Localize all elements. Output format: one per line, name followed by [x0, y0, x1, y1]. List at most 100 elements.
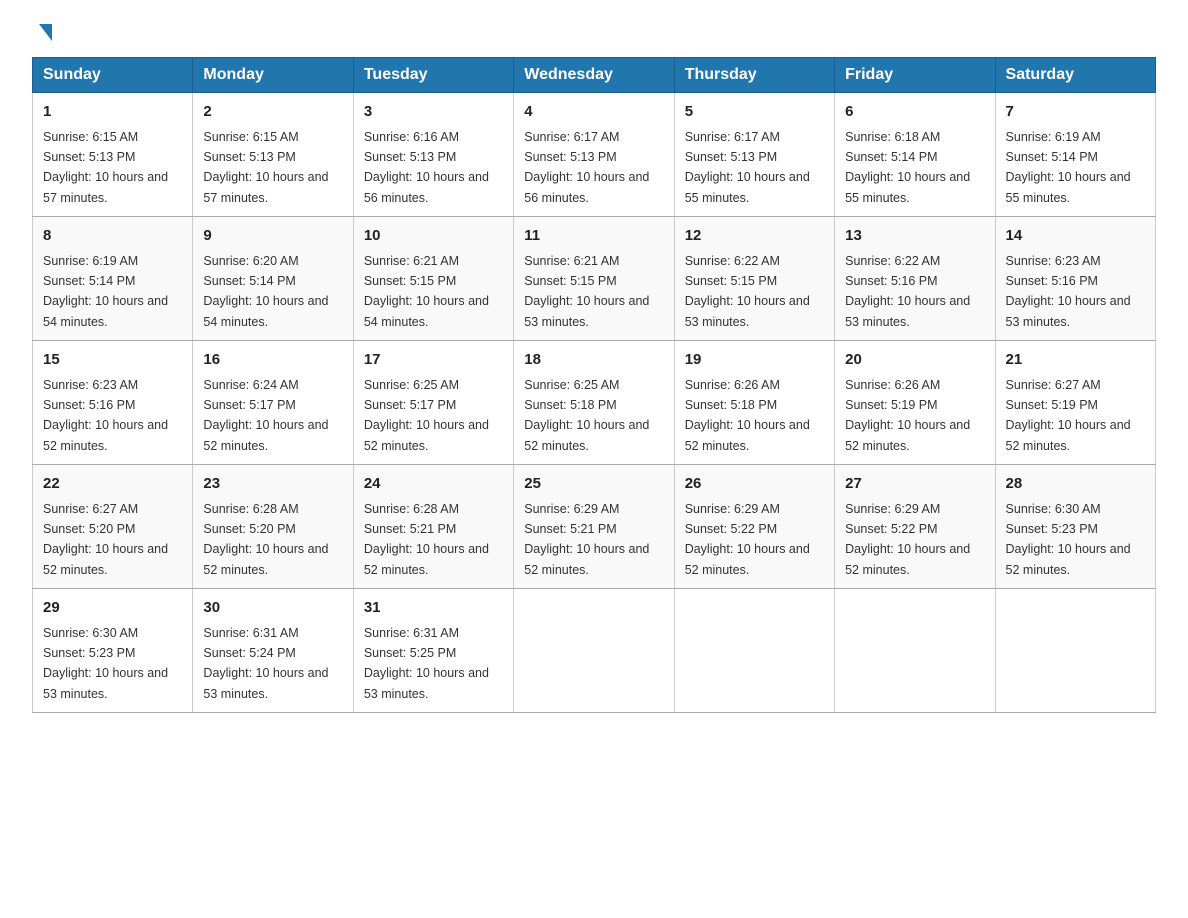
day-number: 3: [364, 101, 503, 124]
calendar-week-2: 8 Sunrise: 6:19 AMSunset: 5:14 PMDayligh…: [33, 217, 1156, 341]
day-info: Sunrise: 6:17 AMSunset: 5:13 PMDaylight:…: [524, 130, 649, 205]
day-info: Sunrise: 6:19 AMSunset: 5:14 PMDaylight:…: [1006, 130, 1131, 205]
day-number: 28: [1006, 473, 1145, 496]
calendar-cell: 12 Sunrise: 6:22 AMSunset: 5:15 PMDaylig…: [674, 217, 834, 341]
day-info: Sunrise: 6:30 AMSunset: 5:23 PMDaylight:…: [43, 626, 168, 701]
calendar-cell: [514, 589, 674, 713]
day-info: Sunrise: 6:16 AMSunset: 5:13 PMDaylight:…: [364, 130, 489, 205]
calendar-cell: 10 Sunrise: 6:21 AMSunset: 5:15 PMDaylig…: [353, 217, 513, 341]
day-number: 31: [364, 597, 503, 620]
calendar-cell: 16 Sunrise: 6:24 AMSunset: 5:17 PMDaylig…: [193, 341, 353, 465]
weekday-header-row: SundayMondayTuesdayWednesdayThursdayFrid…: [33, 58, 1156, 93]
calendar-cell: 8 Sunrise: 6:19 AMSunset: 5:14 PMDayligh…: [33, 217, 193, 341]
calendar-cell: 11 Sunrise: 6:21 AMSunset: 5:15 PMDaylig…: [514, 217, 674, 341]
day-number: 16: [203, 349, 342, 372]
calendar-week-4: 22 Sunrise: 6:27 AMSunset: 5:20 PMDaylig…: [33, 465, 1156, 589]
day-info: Sunrise: 6:15 AMSunset: 5:13 PMDaylight:…: [43, 130, 168, 205]
day-info: Sunrise: 6:30 AMSunset: 5:23 PMDaylight:…: [1006, 502, 1131, 577]
day-number: 29: [43, 597, 182, 620]
day-number: 13: [845, 225, 984, 248]
day-number: 15: [43, 349, 182, 372]
logo-arrow-shape: [39, 24, 52, 41]
calendar-cell: [674, 589, 834, 713]
calendar-cell: 26 Sunrise: 6:29 AMSunset: 5:22 PMDaylig…: [674, 465, 834, 589]
calendar-cell: 25 Sunrise: 6:29 AMSunset: 5:21 PMDaylig…: [514, 465, 674, 589]
day-number: 25: [524, 473, 663, 496]
day-info: Sunrise: 6:25 AMSunset: 5:18 PMDaylight:…: [524, 378, 649, 453]
calendar-cell: [835, 589, 995, 713]
day-number: 17: [364, 349, 503, 372]
day-number: 21: [1006, 349, 1145, 372]
day-number: 23: [203, 473, 342, 496]
day-number: 27: [845, 473, 984, 496]
calendar-week-1: 1 Sunrise: 6:15 AMSunset: 5:13 PMDayligh…: [33, 93, 1156, 217]
weekday-header-monday: Monday: [193, 58, 353, 93]
day-info: Sunrise: 6:18 AMSunset: 5:14 PMDaylight:…: [845, 130, 970, 205]
day-info: Sunrise: 6:29 AMSunset: 5:22 PMDaylight:…: [685, 502, 810, 577]
day-number: 24: [364, 473, 503, 496]
day-number: 7: [1006, 101, 1145, 124]
calendar-cell: 29 Sunrise: 6:30 AMSunset: 5:23 PMDaylig…: [33, 589, 193, 713]
day-info: Sunrise: 6:15 AMSunset: 5:13 PMDaylight:…: [203, 130, 328, 205]
day-info: Sunrise: 6:21 AMSunset: 5:15 PMDaylight:…: [364, 254, 489, 329]
calendar-cell: 4 Sunrise: 6:17 AMSunset: 5:13 PMDayligh…: [514, 93, 674, 217]
calendar-cell: 13 Sunrise: 6:22 AMSunset: 5:16 PMDaylig…: [835, 217, 995, 341]
calendar-cell: 21 Sunrise: 6:27 AMSunset: 5:19 PMDaylig…: [995, 341, 1155, 465]
day-number: 8: [43, 225, 182, 248]
day-info: Sunrise: 6:23 AMSunset: 5:16 PMDaylight:…: [43, 378, 168, 453]
day-info: Sunrise: 6:28 AMSunset: 5:20 PMDaylight:…: [203, 502, 328, 577]
calendar-cell: 7 Sunrise: 6:19 AMSunset: 5:14 PMDayligh…: [995, 93, 1155, 217]
calendar-cell: 18 Sunrise: 6:25 AMSunset: 5:18 PMDaylig…: [514, 341, 674, 465]
day-number: 12: [685, 225, 824, 248]
day-info: Sunrise: 6:17 AMSunset: 5:13 PMDaylight:…: [685, 130, 810, 205]
day-number: 26: [685, 473, 824, 496]
calendar-cell: 24 Sunrise: 6:28 AMSunset: 5:21 PMDaylig…: [353, 465, 513, 589]
calendar-cell: 19 Sunrise: 6:26 AMSunset: 5:18 PMDaylig…: [674, 341, 834, 465]
calendar-cell: 27 Sunrise: 6:29 AMSunset: 5:22 PMDaylig…: [835, 465, 995, 589]
day-info: Sunrise: 6:25 AMSunset: 5:17 PMDaylight:…: [364, 378, 489, 453]
day-number: 4: [524, 101, 663, 124]
day-info: Sunrise: 6:31 AMSunset: 5:24 PMDaylight:…: [203, 626, 328, 701]
day-info: Sunrise: 6:22 AMSunset: 5:16 PMDaylight:…: [845, 254, 970, 329]
weekday-header-sunday: Sunday: [33, 58, 193, 93]
calendar-cell: 30 Sunrise: 6:31 AMSunset: 5:24 PMDaylig…: [193, 589, 353, 713]
calendar-week-5: 29 Sunrise: 6:30 AMSunset: 5:23 PMDaylig…: [33, 589, 1156, 713]
weekday-header-thursday: Thursday: [674, 58, 834, 93]
calendar-cell: 5 Sunrise: 6:17 AMSunset: 5:13 PMDayligh…: [674, 93, 834, 217]
calendar-cell: 9 Sunrise: 6:20 AMSunset: 5:14 PMDayligh…: [193, 217, 353, 341]
day-number: 18: [524, 349, 663, 372]
day-info: Sunrise: 6:21 AMSunset: 5:15 PMDaylight:…: [524, 254, 649, 329]
day-info: Sunrise: 6:29 AMSunset: 5:21 PMDaylight:…: [524, 502, 649, 577]
calendar-cell: 14 Sunrise: 6:23 AMSunset: 5:16 PMDaylig…: [995, 217, 1155, 341]
day-number: 14: [1006, 225, 1145, 248]
day-number: 9: [203, 225, 342, 248]
calendar-cell: 28 Sunrise: 6:30 AMSunset: 5:23 PMDaylig…: [995, 465, 1155, 589]
page-header: [32, 24, 1156, 41]
calendar-table: SundayMondayTuesdayWednesdayThursdayFrid…: [32, 57, 1156, 713]
calendar-cell: 17 Sunrise: 6:25 AMSunset: 5:17 PMDaylig…: [353, 341, 513, 465]
day-number: 10: [364, 225, 503, 248]
day-info: Sunrise: 6:22 AMSunset: 5:15 PMDaylight:…: [685, 254, 810, 329]
day-number: 6: [845, 101, 984, 124]
day-info: Sunrise: 6:28 AMSunset: 5:21 PMDaylight:…: [364, 502, 489, 577]
day-number: 30: [203, 597, 342, 620]
calendar-cell: 20 Sunrise: 6:26 AMSunset: 5:19 PMDaylig…: [835, 341, 995, 465]
weekday-header-friday: Friday: [835, 58, 995, 93]
day-info: Sunrise: 6:31 AMSunset: 5:25 PMDaylight:…: [364, 626, 489, 701]
calendar-cell: [995, 589, 1155, 713]
day-info: Sunrise: 6:29 AMSunset: 5:22 PMDaylight:…: [845, 502, 970, 577]
calendar-cell: 3 Sunrise: 6:16 AMSunset: 5:13 PMDayligh…: [353, 93, 513, 217]
day-info: Sunrise: 6:19 AMSunset: 5:14 PMDaylight:…: [43, 254, 168, 329]
calendar-cell: 15 Sunrise: 6:23 AMSunset: 5:16 PMDaylig…: [33, 341, 193, 465]
day-number: 5: [685, 101, 824, 124]
logo: [32, 24, 52, 41]
day-info: Sunrise: 6:27 AMSunset: 5:20 PMDaylight:…: [43, 502, 168, 577]
day-number: 2: [203, 101, 342, 124]
day-number: 22: [43, 473, 182, 496]
day-number: 1: [43, 101, 182, 124]
day-number: 11: [524, 225, 663, 248]
day-info: Sunrise: 6:24 AMSunset: 5:17 PMDaylight:…: [203, 378, 328, 453]
calendar-week-3: 15 Sunrise: 6:23 AMSunset: 5:16 PMDaylig…: [33, 341, 1156, 465]
calendar-cell: 6 Sunrise: 6:18 AMSunset: 5:14 PMDayligh…: [835, 93, 995, 217]
calendar-cell: 2 Sunrise: 6:15 AMSunset: 5:13 PMDayligh…: [193, 93, 353, 217]
